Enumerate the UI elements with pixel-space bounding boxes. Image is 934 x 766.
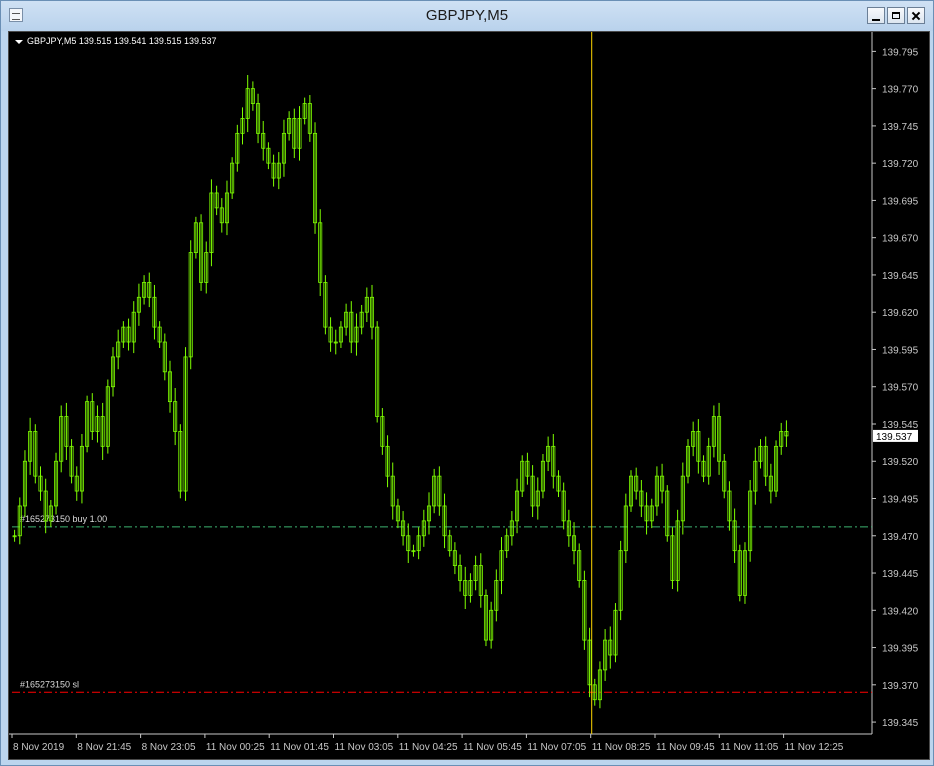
y-tick-label: 139.570	[882, 383, 919, 394]
chart-window: GBPJPY,M5 139.795 139.770 139.745 139.720 13…	[0, 0, 934, 766]
x-tick-label: 11 Nov 12:25	[785, 742, 844, 753]
x-tick-label: 8 Nov 2019	[13, 742, 65, 753]
y-tick-label: 139.645	[882, 271, 919, 282]
x-tick-label: 11 Nov 04:25	[399, 742, 458, 753]
symbol-info: GBPJPY,M5 139.515 139.541 139.515 139.53…	[27, 36, 217, 46]
y-tick-label: 139.395	[882, 644, 919, 655]
y-tick-label: 139.770	[882, 85, 919, 96]
x-tick-label: 11 Nov 05:45	[463, 742, 522, 753]
title-bar[interactable]: GBPJPY,M5	[1, 1, 933, 31]
y-tick-label: 139.470	[882, 532, 919, 543]
price-chart[interactable]: 139.795 139.770 139.745 139.720 139.695 139.6…	[8, 31, 930, 760]
y-tick-label: 139.345	[882, 718, 919, 729]
close-button[interactable]	[907, 7, 925, 24]
order-line-label: #165273150 buy 1.00	[20, 514, 107, 524]
y-tick-label: 139.545	[882, 420, 919, 431]
window-title: GBPJPY,M5	[425, 7, 509, 24]
x-tick-label: 11 Nov 09:45	[656, 742, 715, 753]
x-tick-label: 11 Nov 08:25	[592, 742, 651, 753]
current-price-label: 139.537	[876, 432, 913, 443]
dropdown-triangle-icon[interactable]	[15, 40, 23, 44]
y-tick-label: 139.795	[882, 47, 919, 58]
x-tick-label: 11 Nov 01:45	[270, 742, 329, 753]
maximize-button[interactable]	[887, 7, 905, 24]
x-tick-label: 8 Nov 21:45	[77, 742, 131, 753]
y-tick-label: 139.670	[882, 234, 919, 245]
minimize-icon	[872, 18, 880, 21]
y-tick-label: 139.520	[882, 457, 919, 468]
chart-canvas[interactable]: 139.795 139.770 139.745 139.720 139.695 139.6…	[9, 32, 929, 759]
y-tick-label: 139.620	[882, 308, 919, 319]
y-tick-label: 139.420	[882, 606, 919, 617]
x-tick-label: 11 Nov 00:25	[206, 742, 265, 753]
y-tick-label: 139.595	[882, 345, 919, 356]
y-tick-label: 139.695	[882, 196, 919, 207]
y-tick-label: 139.495	[882, 495, 919, 506]
y-tick-label: 139.745	[882, 122, 919, 133]
stop-loss-label: #165273150 sl	[20, 679, 79, 689]
minimize-button[interactable]	[867, 7, 885, 24]
x-tick-label: 11 Nov 07:05	[527, 742, 586, 753]
y-tick-label: 139.720	[882, 159, 919, 170]
maximize-icon	[892, 12, 900, 19]
y-tick-label: 139.445	[882, 569, 919, 580]
y-tick-label: 139.370	[882, 681, 919, 692]
x-tick-label: 11 Nov 11:05	[720, 742, 778, 753]
close-icon	[911, 11, 921, 21]
x-tick-label: 11 Nov 03:05	[335, 742, 394, 753]
x-tick-label: 8 Nov 23:05	[142, 742, 196, 753]
